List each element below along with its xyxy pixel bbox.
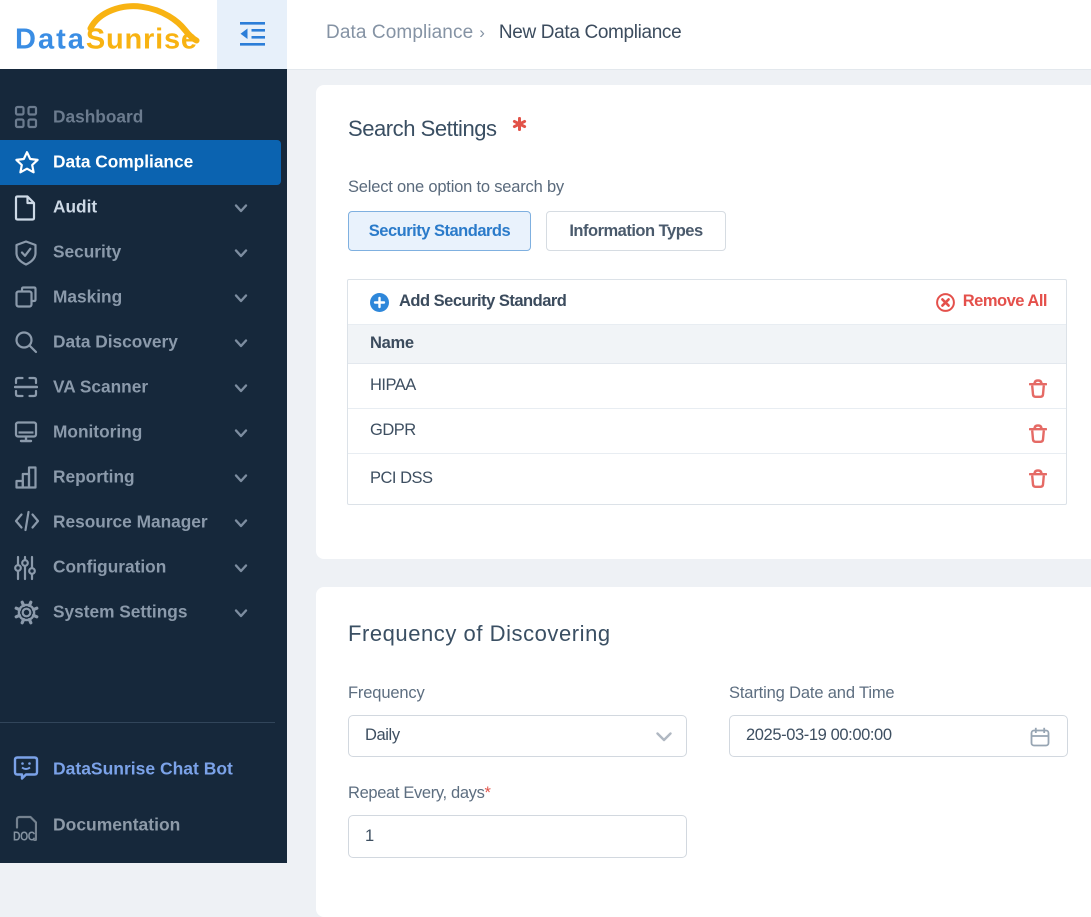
svg-text:DOC: DOC: [13, 828, 36, 841]
svg-text:DataSunrise: DataSunrise: [15, 24, 198, 56]
